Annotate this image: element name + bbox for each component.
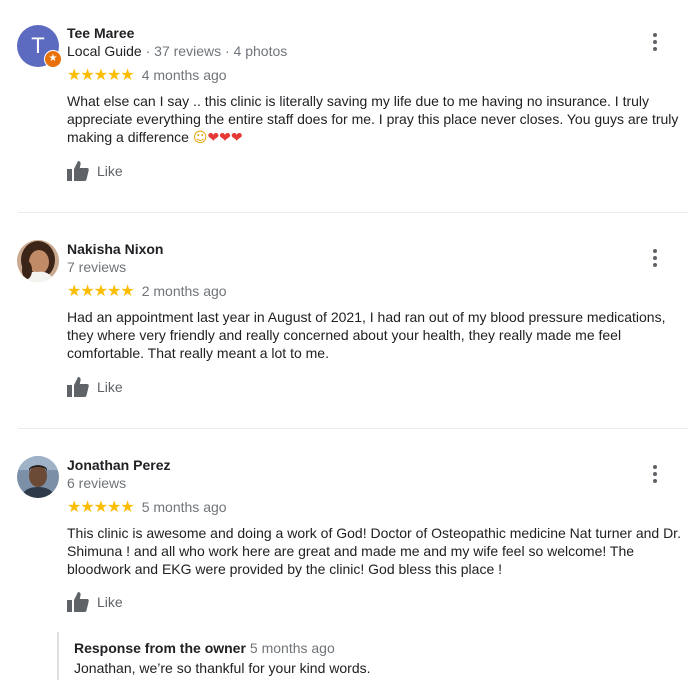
avatar[interactable] (17, 456, 59, 498)
local-guide-badge-icon: ★ (44, 50, 62, 68)
reviewer-name[interactable]: Tee Maree (67, 24, 134, 42)
review-date: 2 months ago (141, 283, 227, 299)
star-rating: ★★★★★ (67, 65, 135, 84)
rating-row: ★★★★★ 5 months ago (67, 498, 227, 516)
review-count: 37 reviews (154, 43, 222, 59)
thumbs-up-icon (67, 592, 89, 612)
owner-response: Response from the owner 5 months ago Jona… (57, 632, 674, 680)
owner-response-text: Jonathan, we’re so thankful for your kin… (74, 660, 371, 676)
review-text: What else can I say .. this clinic is li… (67, 92, 687, 147)
local-guide-label: Local Guide (67, 43, 142, 59)
review-count[interactable]: 6 reviews (67, 474, 126, 492)
review-card: T ★ Tee Maree Local Guide · 37 reviews ·… (0, 0, 700, 212)
review-date: 4 months ago (141, 67, 227, 83)
like-label: Like (97, 163, 123, 179)
thumbs-up-icon (67, 377, 89, 397)
star-rating: ★★★★★ (67, 281, 135, 300)
avatar-photo (17, 240, 59, 282)
meta-separator: · (141, 43, 155, 59)
meta-separator: · (221, 43, 234, 59)
like-button[interactable]: Like (67, 161, 123, 181)
thumbs-up-icon (67, 161, 89, 181)
more-vert-icon[interactable] (646, 248, 664, 268)
more-vert-icon[interactable] (646, 32, 664, 52)
smile-emoji: ☺ (192, 130, 208, 146)
more-vert-icon[interactable] (646, 464, 664, 484)
rating-row: ★★★★★ 2 months ago (67, 282, 227, 300)
review-body: What else can I say .. this clinic is li… (67, 93, 679, 145)
avatar-photo (17, 456, 59, 498)
rating-row: ★★★★★ 4 months ago (67, 66, 227, 84)
review-text: Had an appointment last year in August o… (67, 309, 666, 361)
owner-response-header: Response from the owner 5 months ago (74, 639, 674, 657)
owner-response-title: Response from the owner (74, 640, 246, 656)
like-button[interactable]: Like (67, 592, 123, 612)
photo-count: 4 photos (233, 43, 288, 59)
reviewer-name[interactable]: Nakisha Nixon (67, 240, 163, 258)
star-rating: ★★★★★ (67, 497, 135, 516)
like-label: Like (97, 594, 123, 610)
review-card: Nakisha Nixon 7 reviews ★★★★★ 2 months ag… (0, 212, 700, 428)
like-button[interactable]: Like (67, 377, 123, 397)
reviewer-meta[interactable]: Local Guide · 37 reviews · 4 photos (67, 42, 287, 60)
review-text: This clinic is awesome and doing a work … (67, 525, 681, 577)
review-count[interactable]: 7 reviews (67, 258, 126, 276)
avatar[interactable] (17, 240, 59, 282)
review-date: 5 months ago (141, 499, 227, 515)
hearts-emoji: ❤❤❤ (207, 130, 243, 146)
like-label: Like (97, 379, 123, 395)
owner-response-date: 5 months ago (249, 640, 335, 656)
reviewer-name[interactable]: Jonathan Perez (67, 456, 170, 474)
